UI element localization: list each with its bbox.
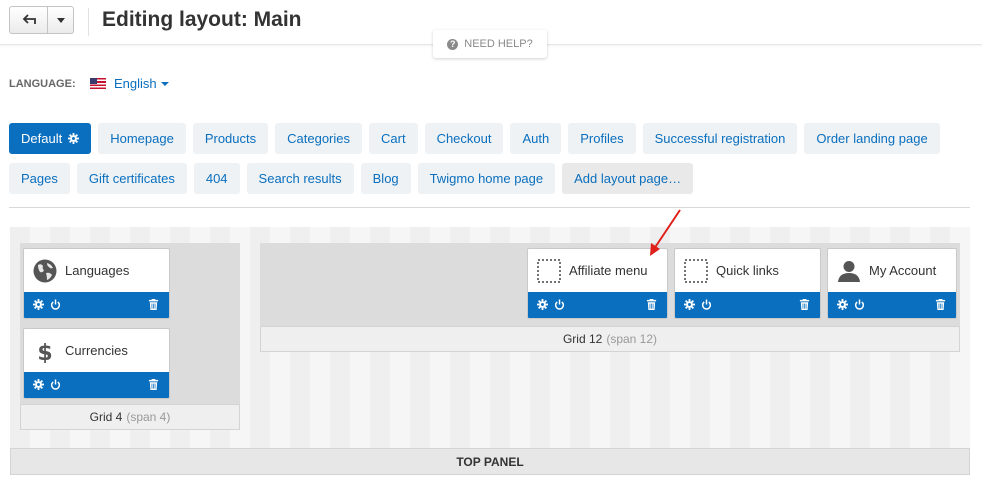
- block-title: Affiliate menu: [569, 263, 648, 278]
- grid-label: Grid 12 (span 12): [260, 326, 960, 352]
- language-label: LANGUAGE:: [9, 78, 76, 90]
- tab-profiles[interactable]: Profiles: [568, 123, 636, 154]
- block-toolbar: [528, 292, 667, 318]
- block-header: My Account: [828, 249, 956, 292]
- tab-products[interactable]: Products: [192, 123, 269, 154]
- grid-name: Grid 4: [89, 410, 123, 424]
- empty-block-icon: [537, 258, 561, 283]
- tab-404[interactable]: 404: [193, 163, 240, 194]
- tab-order-landing-page[interactable]: Order landing page: [804, 123, 940, 154]
- block-toolbar: [675, 292, 820, 318]
- tab-label: Default: [21, 131, 63, 146]
- gear-icon[interactable]: [33, 379, 44, 390]
- block-quick-links[interactable]: Quick links: [674, 248, 821, 319]
- tab-pages[interactable]: Pages: [9, 163, 70, 194]
- power-icon[interactable]: [50, 379, 61, 390]
- tab-twigmo-home-page[interactable]: Twigmo home page: [417, 163, 556, 194]
- back-arrow-icon: [22, 14, 36, 24]
- block-my-account[interactable]: My Account: [827, 248, 957, 319]
- block-languages[interactable]: Languages: [23, 248, 170, 319]
- dollar-icon: $: [37, 341, 52, 363]
- tab-blog[interactable]: Blog: [360, 163, 411, 194]
- chevron-down-icon: [160, 81, 169, 86]
- caret-down-icon: [56, 17, 65, 23]
- block-toolbar: [24, 372, 169, 398]
- language-value: English: [114, 76, 157, 91]
- tab-checkout[interactable]: Checkout: [424, 123, 504, 154]
- trash-icon[interactable]: [646, 299, 657, 310]
- gear-icon[interactable]: [684, 299, 695, 310]
- block-header: Quick links: [675, 249, 820, 292]
- grid-span: (span 4): [126, 410, 171, 424]
- tab-categories[interactable]: Categories: [275, 123, 362, 154]
- grid-label: Grid 4 (span 4): [20, 404, 240, 430]
- page-title: Editing layout: Main: [102, 8, 302, 31]
- empty-block-icon: [684, 258, 708, 283]
- globe-icon: [33, 259, 57, 282]
- block-currencies[interactable]: $ Currencies: [23, 328, 170, 399]
- power-icon[interactable]: [554, 299, 565, 310]
- trash-icon[interactable]: [148, 299, 159, 310]
- top-panel-title: TOP PANEL: [10, 448, 970, 475]
- question-icon: ?: [447, 38, 459, 50]
- section-divider: [9, 207, 970, 208]
- layout-tabs-row-1: Default Homepage Products Categories Car…: [9, 123, 940, 154]
- tab-default[interactable]: Default: [9, 123, 92, 154]
- add-layout-page-button[interactable]: Add layout page…: [562, 163, 694, 194]
- trash-icon[interactable]: [148, 379, 159, 390]
- svg-text:$: $: [37, 341, 52, 363]
- grid-name: Grid 12: [562, 332, 603, 346]
- block-toolbar: [828, 292, 956, 318]
- tab-cart[interactable]: Cart: [369, 123, 418, 154]
- gear-icon[interactable]: [837, 299, 848, 310]
- tab-successful-registration[interactable]: Successful registration: [642, 123, 798, 154]
- annotation-arrow-icon: [650, 209, 681, 256]
- block-title: Quick links: [716, 263, 779, 278]
- power-icon[interactable]: [701, 299, 712, 310]
- gear-icon[interactable]: [33, 299, 44, 310]
- power-icon[interactable]: [50, 299, 61, 310]
- trash-icon[interactable]: [799, 299, 810, 310]
- trash-icon[interactable]: [935, 299, 946, 310]
- block-title: My Account: [869, 263, 937, 278]
- header-divider: [88, 8, 89, 36]
- block-header: Languages: [24, 249, 169, 292]
- power-icon[interactable]: [854, 299, 865, 310]
- tab-search-results[interactable]: Search results: [246, 163, 354, 194]
- layout-tabs-row-2: Pages Gift certificates 404 Search resul…: [9, 163, 694, 194]
- back-dropdown-toggle[interactable]: [48, 6, 74, 34]
- block-toolbar: [24, 292, 169, 318]
- gear-icon[interactable]: [68, 133, 80, 144]
- block-title: Languages: [65, 263, 130, 278]
- need-help-label: NEED HELP?: [464, 38, 533, 50]
- us-flag-icon: [90, 78, 106, 89]
- back-button-group: [9, 6, 74, 34]
- tab-homepage[interactable]: Homepage: [98, 123, 186, 154]
- need-help-button[interactable]: ? NEED HELP?: [433, 30, 547, 58]
- back-button[interactable]: [9, 6, 48, 34]
- tab-auth[interactable]: Auth: [510, 123, 562, 154]
- language-selector[interactable]: English: [90, 76, 169, 91]
- block-header: $ Currencies: [24, 329, 169, 372]
- gear-icon[interactable]: [537, 299, 548, 310]
- user-icon: [838, 260, 860, 282]
- block-title: Currencies: [65, 343, 128, 358]
- tab-gift-certificates[interactable]: Gift certificates: [76, 163, 187, 194]
- grid-span: (span 12): [606, 332, 658, 346]
